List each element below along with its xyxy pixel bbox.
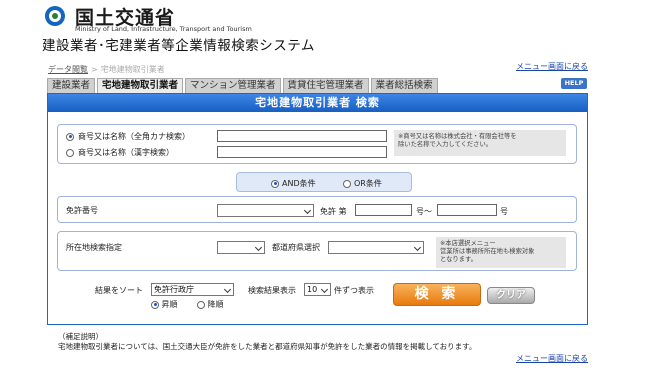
footnote-text: 宅地建物取引業者については、国土交通大臣が免許をした業者と都道府県知事が免許をし… [58,342,477,351]
system-title: 建設業者･宅建業者等企業情報検索システム [42,38,315,54]
ministry-name-en: Ministry of Land, Infrastructure, Transp… [75,25,252,33]
page: 国土交通省 Ministry of Land, Infrastructure, … [0,0,650,369]
option-kanji-row[interactable]: 商号又は名称（漢字検索） [66,147,174,158]
tab-condo-management[interactable]: マンション管理業者 [185,78,281,93]
chevron-down-icon [254,243,263,252]
breadcrumb-current: 宅地建物取引業者 [100,65,165,74]
tab-bar: 建設業者 宅地建物取引業者 マンション管理業者 賃貸住宅管理業者 業者総括検索 [47,78,438,93]
option-kana-label: 商号又は名称（全角カナ検索） [78,132,190,141]
footnote: （補足説明） 宅地建物取引業者については、国土交通大臣が免許をした業者と都道府県… [58,332,476,352]
kana-name-input[interactable] [217,130,387,142]
location-note: ※本店選択メニュー 営業所は事務所所在地も検索対象 となります。 [436,237,566,268]
location-type-select[interactable] [217,241,265,254]
kanji-name-input[interactable] [217,146,387,158]
location-note-line2: 営業所は事務所所在地も検索対象 [440,248,535,255]
display-count-label: 検索結果表示 [248,286,296,295]
location-note-line1: ※本店選択メニュー [440,240,496,247]
sort-value: 免許行政庁 [154,285,194,294]
sort-asc-label: 昇順 [161,300,178,309]
condition-group: AND条件 OR条件 [236,172,412,192]
license-number-label: 免許番号 [66,206,98,215]
kana-radio[interactable] [66,132,74,141]
license-range-separator: 号～ [416,207,432,216]
and-option[interactable]: AND条件 [271,178,316,189]
back-to-menu-link-top[interactable]: メニュー画面に戻る [516,61,588,72]
license-from-input[interactable] [355,204,412,216]
chevron-down-icon [413,243,422,252]
license-prefix-label: 免許 第 [320,207,347,216]
tab-comprehensive-search[interactable]: 業者総括検索 [370,78,438,93]
search-button[interactable]: 検 索 [393,283,481,306]
license-number-group: 免許番号 免許 第 号～ 号 [57,196,577,223]
prefecture-label: 都道府県選択 [272,243,320,252]
name-note-line2: 除いた名称で入力してください。 [398,141,493,148]
license-to-input[interactable] [437,204,497,216]
sort-asc-option[interactable]: 昇順 [151,299,178,310]
tab-rental-management[interactable]: 賃貸住宅管理業者 [282,78,369,93]
clear-button[interactable]: クリア [487,287,535,304]
and-radio[interactable] [271,179,279,188]
breadcrumb-link[interactable]: データ閲覧 [48,65,88,74]
tab-real-estate[interactable]: 宅地建物取引業者 [97,78,184,93]
option-kana-row[interactable]: 商号又は名称（全角カナ検索） [66,131,190,142]
mlit-logo-icon [42,4,68,30]
sort-label: 結果をソート [95,286,143,295]
name-search-group: 商号又は名称（全角カナ検索） 商号又は名称（漢字検索） ※商号又は名称は株式会社… [57,124,577,164]
chevron-down-icon [320,285,329,294]
or-radio[interactable] [343,179,351,188]
option-kanji-label: 商号又は名称（漢字検索） [78,148,174,157]
license-type-select[interactable] [217,204,314,217]
footnote-title: （補足説明） [58,332,103,341]
or-label: OR条件 [354,179,382,188]
sort-desc-option[interactable]: 降順 [197,299,224,310]
location-label: 所在地検索指定 [66,243,122,252]
or-option[interactable]: OR条件 [343,178,382,189]
back-to-menu-link-bottom[interactable]: メニュー画面に戻る [516,353,588,364]
sort-desc-radio[interactable] [197,300,205,309]
display-count-select[interactable]: 10 [304,283,331,296]
display-count-suffix: 件ずつ表示 [334,286,374,295]
and-label: AND条件 [282,179,316,188]
kanji-radio[interactable] [66,148,74,157]
location-note-line3: となります。 [440,256,477,263]
chevron-down-icon [303,206,312,215]
license-suffix-label: 号 [500,207,508,216]
name-note-line1: ※商号又は名称は株式会社・有限会社等を [398,133,517,140]
name-note: ※商号又は名称は株式会社・有限会社等を 除いた名称で入力してください。 [394,130,566,156]
display-count-value: 10 [307,285,318,294]
sort-select[interactable]: 免許行政庁 [151,283,234,296]
chevron-down-icon [223,285,232,294]
panel-title: 宅地建物取引業者 検索 [48,94,587,112]
breadcrumb-separator: > [91,65,98,74]
sort-asc-radio[interactable] [151,300,159,309]
prefecture-select[interactable] [328,241,424,254]
sort-desc-label: 降順 [207,300,224,309]
breadcrumb: データ閲覧 > 宅地建物取引業者 [48,64,165,75]
help-button[interactable]: HELP [561,78,587,89]
tab-construction[interactable]: 建設業者 [47,78,96,93]
location-group: 所在地検索指定 都道府県選択 ※本店選択メニュー 営業所は事務所所在地も検索対象… [57,231,577,271]
